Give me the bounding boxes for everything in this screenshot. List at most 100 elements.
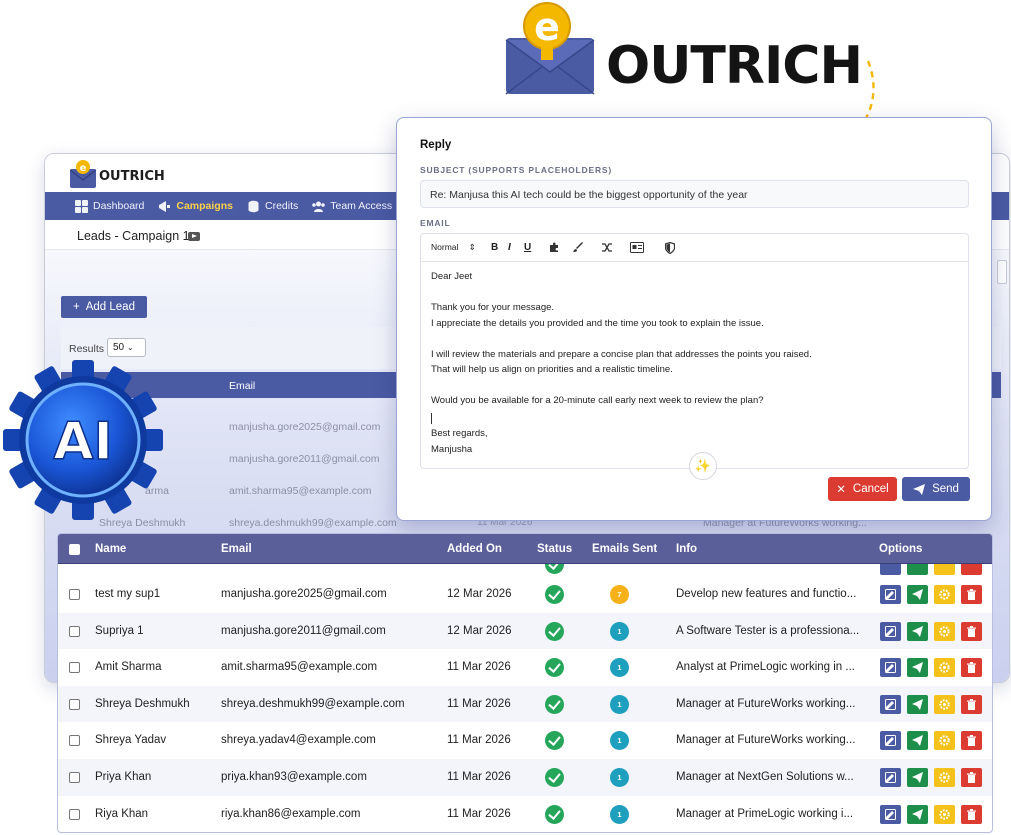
edit-button[interactable] xyxy=(880,585,901,604)
row-checkbox[interactable] xyxy=(69,808,80,820)
send-email-button[interactable] xyxy=(907,768,928,787)
sequence-button[interactable] xyxy=(934,658,955,678)
trash-icon xyxy=(967,808,976,820)
sequence-button[interactable] xyxy=(934,621,955,641)
send-button[interactable]: Send xyxy=(902,477,970,501)
nav-team-access[interactable]: Team Access xyxy=(312,200,392,213)
nav-credits[interactable]: Credits xyxy=(247,200,298,213)
app-logo-text: OUTRICH xyxy=(99,169,165,184)
edit-button[interactable] xyxy=(880,564,901,575)
email-editor[interactable]: Normal ⇕ B I U Dear Jeet Thank you for y… xyxy=(420,233,969,469)
edit-button[interactable] xyxy=(880,731,901,751)
cell-added-on: 11 Mar 2026 xyxy=(447,771,511,783)
cell-added-on: 11 Mar 2026 xyxy=(447,734,511,747)
delete-button[interactable] xyxy=(961,768,982,787)
row-checkbox[interactable] xyxy=(69,625,80,637)
send-icon xyxy=(912,589,923,600)
cell-name: Amit Sharma xyxy=(95,661,162,674)
italic-button[interactable]: I xyxy=(508,242,511,253)
shield-icon[interactable] xyxy=(665,242,675,254)
format-select[interactable]: Normal ⇕ xyxy=(431,242,476,253)
scroll-handle[interactable] xyxy=(997,260,1007,284)
underline-button[interactable]: U xyxy=(524,242,531,253)
delete-button[interactable] xyxy=(961,731,982,751)
brush-icon[interactable] xyxy=(572,242,584,253)
sequence-button[interactable] xyxy=(934,564,955,575)
bold-button[interactable]: B xyxy=(491,242,498,253)
edit-button[interactable] xyxy=(880,621,901,641)
send-label: Send xyxy=(932,483,959,495)
ai-assist-icon[interactable]: ✨ xyxy=(689,452,717,480)
row-checkbox[interactable] xyxy=(69,772,80,783)
dashboard-icon xyxy=(75,199,88,213)
delete-button[interactable] xyxy=(961,694,982,714)
cell-name: Shreya Deshmukh xyxy=(95,697,190,710)
trash-icon xyxy=(967,735,976,747)
nav-label: Dashboard xyxy=(93,200,145,212)
trash-icon xyxy=(967,589,976,600)
delete-button[interactable] xyxy=(961,804,982,824)
variable-card-icon[interactable] xyxy=(630,242,644,253)
send-email-button[interactable] xyxy=(907,658,928,678)
delete-button[interactable] xyxy=(961,564,982,575)
cell-added-on: 12 Mar 2026 xyxy=(447,624,512,637)
send-email-button[interactable] xyxy=(907,804,928,824)
header-added-on: Added On xyxy=(447,543,502,555)
edit-button[interactable] xyxy=(880,768,901,787)
cog-icon xyxy=(939,735,950,747)
sequence-button[interactable] xyxy=(934,768,955,787)
edit-button[interactable] xyxy=(880,694,901,714)
plus-icon: + xyxy=(73,301,80,313)
sequence-button[interactable] xyxy=(934,585,955,604)
header-emails-sent: Emails Sent xyxy=(592,543,658,555)
shuffle-icon[interactable] xyxy=(601,242,613,253)
edit-button[interactable] xyxy=(880,658,901,678)
team-icon xyxy=(312,201,326,212)
sequence-button[interactable] xyxy=(934,694,955,714)
modal-title: Reply xyxy=(420,139,452,151)
ai-gear-badge: AI xyxy=(3,360,163,520)
delete-button[interactable] xyxy=(961,585,982,604)
cell-info: Develop new features and functio... xyxy=(676,588,857,600)
cog-icon xyxy=(939,662,950,673)
table-header: Name Email Added On Status Emails Sent I… xyxy=(58,534,992,564)
delete-button[interactable] xyxy=(961,658,982,678)
send-email-button[interactable] xyxy=(907,564,928,575)
video-icon[interactable] xyxy=(188,232,200,241)
cog-icon xyxy=(939,808,950,820)
nav-dashboard[interactable]: Dashboard xyxy=(75,199,145,213)
send-email-button[interactable] xyxy=(907,621,928,641)
nav-campaigns[interactable]: Campaigns xyxy=(158,200,233,213)
header-name: Name xyxy=(95,543,127,555)
results-select[interactable]: 50 ⌄ xyxy=(107,338,146,357)
delete-button[interactable] xyxy=(961,621,982,641)
email-label: EMAIL xyxy=(420,218,451,228)
bg-row-email: manjusha.gore2011@gmail.com xyxy=(229,453,380,465)
puzzle-icon[interactable] xyxy=(549,242,560,253)
add-lead-label: Add Lead xyxy=(85,301,135,313)
nav-label: Team Access xyxy=(330,200,393,212)
select-all-checkbox[interactable] xyxy=(69,544,80,555)
cog-icon xyxy=(939,699,950,710)
cog-icon xyxy=(939,772,950,783)
row-checkbox[interactable] xyxy=(69,662,80,674)
cell-info: Analyst at PrimeLogic working in ... xyxy=(676,661,855,674)
add-lead-button[interactable]: + Add Lead xyxy=(61,296,147,318)
coin-e-icon: e xyxy=(523,2,571,60)
row-checkbox[interactable] xyxy=(69,698,80,710)
sequence-button[interactable] xyxy=(934,731,955,751)
status-ok-icon xyxy=(545,585,564,604)
row-checkbox[interactable] xyxy=(69,589,80,600)
email-body[interactable]: Dear Jeet Thank you for your message. I … xyxy=(431,271,951,459)
send-email-button[interactable] xyxy=(907,694,928,714)
subject-input[interactable]: Re: Manjusa this AI tech could be the bi… xyxy=(420,180,969,208)
send-email-button[interactable] xyxy=(907,731,928,751)
cancel-button[interactable]: ✕ Cancel xyxy=(828,477,897,501)
cell-info: A Software Tester is a professiona... xyxy=(676,624,860,637)
row-checkbox[interactable] xyxy=(69,735,80,747)
emails-sent-badge: 1 xyxy=(610,804,629,824)
send-email-button[interactable] xyxy=(907,585,928,604)
sequence-button[interactable] xyxy=(934,804,955,824)
edit-button[interactable] xyxy=(880,804,901,824)
editor-toolbar: Normal ⇕ B I U xyxy=(421,234,968,262)
